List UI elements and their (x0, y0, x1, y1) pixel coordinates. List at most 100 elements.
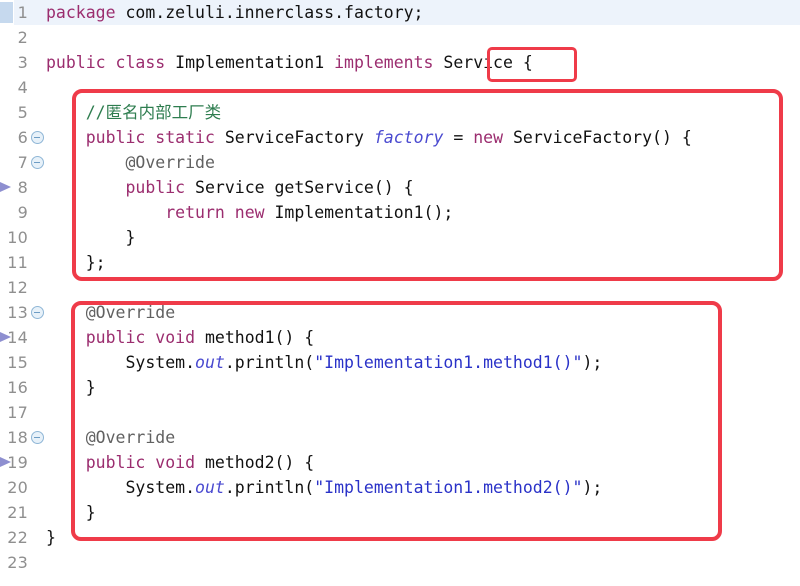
code-line-19[interactable]: 19 public void method2() { (0, 450, 800, 475)
line-number: 5 (17, 103, 28, 122)
code-line-8[interactable]: 8 public Service getService() { (0, 175, 800, 200)
gutter-line-20[interactable]: 20 (0, 475, 46, 500)
code-line-13[interactable]: 13 @Override (0, 300, 800, 325)
code-line-text[interactable]: } (46, 225, 135, 250)
code-token: public void (85, 453, 196, 472)
code-token: public class (46, 53, 166, 72)
code-line-text[interactable]: return new Implementation1(); (46, 200, 453, 225)
code-line-18[interactable]: 18 @Override (0, 425, 800, 450)
code-token: .println( (224, 478, 315, 497)
code-line-text[interactable]: } (46, 375, 96, 400)
line-number: 22 (7, 528, 28, 547)
code-line-text[interactable]: } (46, 500, 96, 525)
code-line-9[interactable]: 9 return new Implementation1(); (0, 200, 800, 225)
line-number: 13 (7, 303, 28, 322)
collapse-fold-icon[interactable] (31, 306, 44, 319)
code-token: factory (373, 128, 444, 147)
code-token: Implementation1(); (264, 203, 454, 222)
gutter-line-23[interactable]: 23 (0, 550, 46, 575)
gutter-line-22[interactable]: 22 (0, 525, 46, 550)
code-line-text[interactable]: package com.zeluli.innerclass.factory; (46, 0, 424, 25)
code-token: public static (85, 128, 215, 147)
code-line-text[interactable]: public class Implementation1 implements … (46, 50, 533, 75)
line-number: 8 (17, 178, 28, 197)
code-token: method1() { (195, 328, 315, 347)
gutter-line-7[interactable]: 7 (0, 150, 46, 175)
code-line-text[interactable]: @Override (46, 150, 214, 175)
gutter-line-17[interactable]: 17 (0, 400, 46, 425)
gutter-line-15[interactable]: 15 (0, 350, 46, 375)
gutter-line-9[interactable]: 9 (0, 200, 46, 225)
code-token: }; (46, 253, 106, 272)
gutter-line-14[interactable]: 14 (0, 325, 46, 350)
gutter-line-5[interactable]: 5 (0, 100, 46, 125)
code-line-2[interactable]: 2 (0, 25, 800, 50)
code-line-10[interactable]: 10 } (0, 225, 800, 250)
code-line-20[interactable]: 20 System.out.println("Implementation1.m… (0, 475, 800, 500)
line-number: 17 (7, 403, 28, 422)
code-line-text[interactable]: //匿名内部工厂类 (46, 100, 221, 125)
gutter-line-3[interactable]: 3 (0, 50, 46, 75)
code-token: Service { (433, 53, 533, 72)
code-line-3[interactable]: 3 public class Implementation1 implements… (0, 50, 800, 75)
code-token: package (46, 3, 116, 22)
gutter-line-13[interactable]: 13 (0, 300, 46, 325)
code-token: out (195, 353, 225, 372)
gutter-line-2[interactable]: 2 (0, 25, 46, 50)
line-number: 2 (17, 28, 28, 47)
gutter-line-12[interactable]: 12 (0, 275, 46, 300)
gutter-line-8[interactable]: 8 (0, 175, 46, 200)
line-number: 20 (7, 478, 28, 497)
code-line-4[interactable]: 4 (0, 75, 800, 100)
code-line-text[interactable]: @Override (46, 425, 175, 450)
line-number: 16 (7, 378, 28, 397)
gutter-line-21[interactable]: 21 (0, 500, 46, 525)
line-number: 9 (17, 203, 28, 222)
code-line-text[interactable]: System.out.println("Implementation1.meth… (46, 350, 602, 375)
code-line-6[interactable]: 6 public static ServiceFactory factory =… (0, 125, 800, 150)
code-line-22[interactable]: 22} (0, 525, 800, 550)
code-line-7[interactable]: 7 @Override (0, 150, 800, 175)
gutter-line-11[interactable]: 11 (0, 250, 46, 275)
code-line-16[interactable]: 16 } (0, 375, 800, 400)
code-token: ); (582, 353, 603, 372)
gutter-line-4[interactable]: 4 (0, 75, 46, 100)
collapse-fold-icon[interactable] (31, 431, 44, 444)
line-number: 11 (7, 253, 28, 272)
code-line-21[interactable]: 21 } (0, 500, 800, 525)
code-token: Implementation1 (165, 53, 335, 72)
code-line-text[interactable]: public Service getService() { (46, 175, 413, 200)
code-line-1[interactable]: 1 package com.zeluli.innerclass.factory; (0, 0, 800, 25)
gutter-line-16[interactable]: 16 (0, 375, 46, 400)
code-editor[interactable]: 1 package com.zeluli.innerclass.factory; 2… (0, 0, 800, 586)
code-line-text[interactable]: System.out.println("Implementation1.meth… (46, 475, 602, 500)
code-line-text[interactable]: public void method1() { (46, 325, 315, 350)
code-token: @Override (85, 303, 176, 322)
code-token: System. (46, 353, 196, 372)
code-line-text[interactable]: }; (46, 250, 106, 275)
collapse-fold-icon[interactable] (31, 131, 44, 144)
code-token: public (125, 178, 186, 197)
code-line-17[interactable]: 17 (0, 400, 800, 425)
gutter-line-1[interactable]: 1 (0, 0, 46, 25)
code-line-text[interactable]: public void method2() { (46, 450, 315, 475)
gutter-line-10[interactable]: 10 (0, 225, 46, 250)
collapse-fold-icon[interactable] (31, 156, 44, 169)
gutter-line-18[interactable]: 18 (0, 425, 46, 450)
code-lines-container[interactable]: 1 package com.zeluli.innerclass.factory; 2… (0, 0, 800, 575)
gutter-line-6[interactable]: 6 (0, 125, 46, 150)
code-line-text[interactable]: public static ServiceFactory factory = n… (46, 125, 692, 150)
code-line-text[interactable]: } (46, 525, 56, 550)
line-number: 21 (7, 503, 28, 522)
code-line-12[interactable]: 12 (0, 275, 800, 300)
code-line-text[interactable]: @Override (46, 300, 175, 325)
code-line-5[interactable]: 5 //匿名内部工厂类 (0, 100, 800, 125)
code-token: ServiceFactory() { (503, 128, 692, 147)
gutter-line-19[interactable]: 19 (0, 450, 46, 475)
code-line-14[interactable]: 14 public void method1() { (0, 325, 800, 350)
code-line-23[interactable]: 23 (0, 550, 800, 575)
code-line-11[interactable]: 11 }; (0, 250, 800, 275)
code-line-15[interactable]: 15 System.out.println("Implementation1.m… (0, 350, 800, 375)
override-marker-icon[interactable] (0, 182, 11, 192)
